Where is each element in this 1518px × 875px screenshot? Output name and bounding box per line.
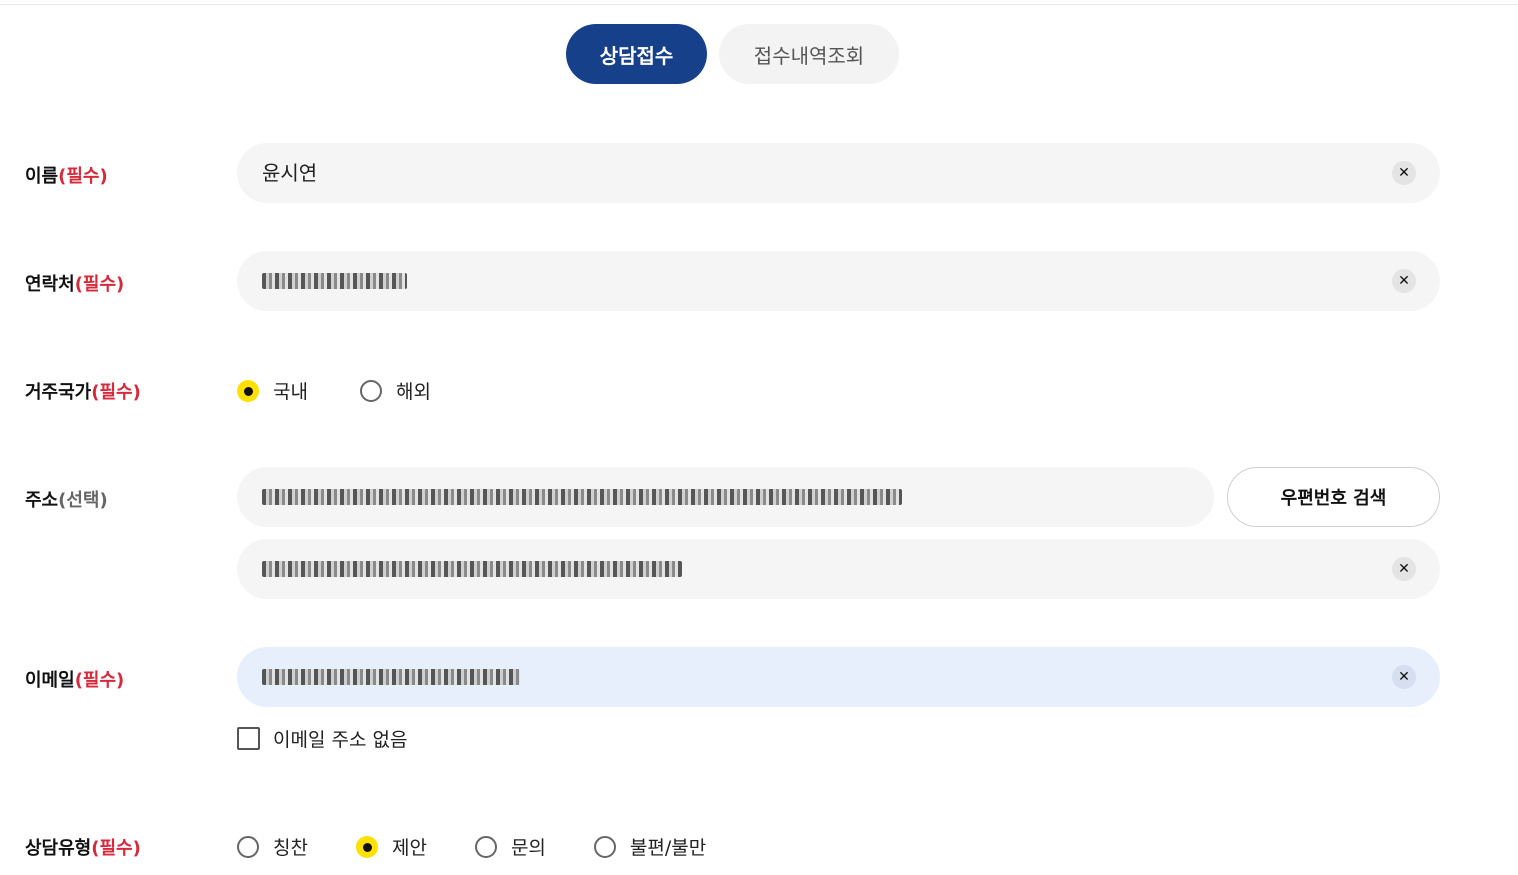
type-label: 상담유형(필수): [25, 834, 141, 860]
redacted-email: [262, 669, 520, 685]
radio-unchecked-icon: [359, 379, 382, 402]
no-email-label: 이메일 주소 없음: [273, 729, 408, 751]
close-icon: ✕: [1398, 669, 1410, 685]
radio-unchecked-icon: [474, 835, 497, 858]
type-option-label: 문의: [510, 837, 546, 859]
checkbox-icon: [237, 727, 260, 750]
name-clear-button[interactable]: ✕: [1392, 161, 1416, 185]
email-field[interactable]: ✕: [237, 647, 1440, 707]
zip-search-button[interactable]: 우편번호 검색: [1227, 467, 1440, 527]
name-label: 이름(필수): [25, 162, 108, 188]
contact-clear-button[interactable]: ✕: [1392, 269, 1416, 293]
address-detail-field[interactable]: ✕: [237, 539, 1440, 599]
type-option-inquiry[interactable]: 문의: [474, 833, 546, 860]
type-option-label: 칭찬: [273, 837, 308, 859]
contact-field[interactable]: ✕: [237, 251, 1440, 311]
country-option-overseas[interactable]: 해외: [359, 377, 431, 404]
required-mark: (필수): [91, 838, 141, 859]
country-radio-group: 국내 해외: [237, 377, 483, 404]
required-mark: (필수): [91, 382, 141, 403]
address-label: 주소(선택): [25, 486, 108, 512]
country-option-label: 국내: [273, 381, 308, 403]
required-mark: (필수): [58, 166, 108, 187]
close-icon: ✕: [1398, 273, 1410, 289]
tab-bar: 상담접수 접수내역조회: [566, 24, 899, 84]
type-radio-group: 칭찬 제안 문의 불편/불만: [237, 833, 758, 860]
required-mark: (필수): [74, 670, 125, 691]
redacted-address-detail: [262, 561, 682, 577]
contact-label-text: 연락처: [25, 274, 75, 295]
redacted-address: [262, 489, 902, 505]
tab-history[interactable]: 접수내역조회: [719, 24, 899, 84]
type-label-text: 상담유형: [25, 838, 92, 859]
close-icon: ✕: [1398, 561, 1410, 577]
email-clear-button[interactable]: ✕: [1392, 665, 1416, 689]
radio-unchecked-icon: [593, 835, 616, 858]
country-option-domestic[interactable]: 국내: [237, 377, 308, 404]
close-icon: ✕: [1398, 165, 1410, 181]
name-label-text: 이름: [25, 166, 59, 187]
country-label-text: 거주국가: [25, 382, 92, 403]
name-field[interactable]: 윤시연 ✕: [237, 143, 1440, 203]
email-label-text: 이메일: [25, 670, 75, 691]
required-mark: (필수): [74, 274, 125, 295]
address-detail-clear-button[interactable]: ✕: [1392, 557, 1416, 581]
type-option-praise[interactable]: 칭찬: [237, 833, 308, 860]
type-option-label: 제안: [391, 837, 427, 859]
radio-checked-icon: [355, 835, 378, 858]
type-option-complaint[interactable]: 불편/불만: [593, 833, 707, 860]
top-divider: [0, 4, 1518, 5]
name-value: 윤시연: [262, 161, 318, 185]
radio-unchecked-icon: [237, 835, 259, 858]
no-email-checkbox[interactable]: 이메일 주소 없음: [237, 725, 407, 752]
radio-checked-icon: [237, 379, 259, 402]
email-label: 이메일(필수): [25, 666, 124, 692]
contact-label: 연락처(필수): [25, 270, 124, 296]
country-label: 거주국가(필수): [25, 378, 141, 404]
optional-mark: (선택): [58, 490, 108, 511]
type-option-suggestion[interactable]: 제안: [355, 833, 427, 860]
address-label-text: 주소: [25, 490, 59, 511]
type-option-label: 불편/불만: [629, 837, 707, 859]
redacted-contact: [262, 273, 407, 289]
address-main-field[interactable]: [237, 467, 1214, 527]
tab-consult[interactable]: 상담접수: [566, 24, 707, 84]
country-option-label: 해외: [395, 381, 431, 403]
